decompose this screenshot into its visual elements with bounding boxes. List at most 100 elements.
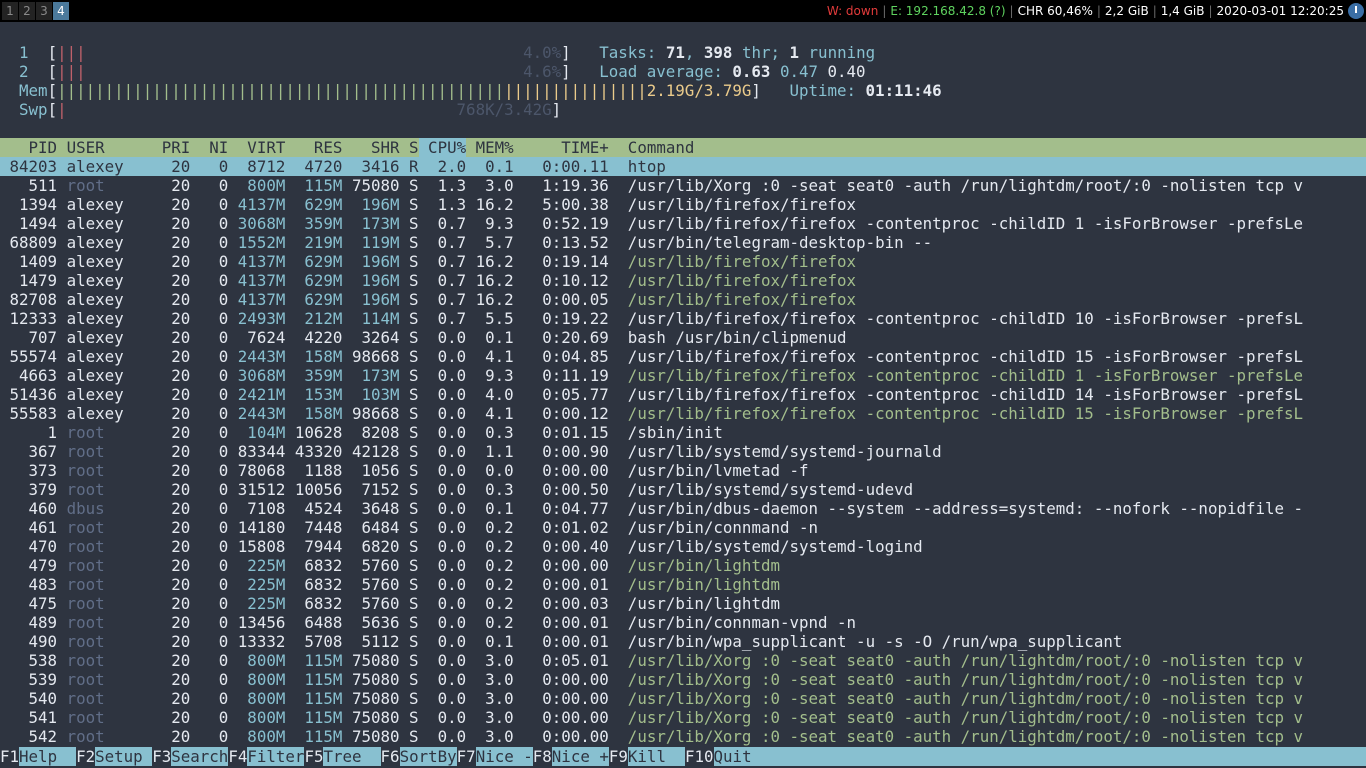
cell-cpu: 0.0: [418, 461, 467, 480]
column-header-mem[interactable]: MEM%: [466, 138, 514, 157]
column-header-cpu[interactable]: CPU%: [418, 138, 467, 157]
power-icon[interactable]: [1348, 3, 1364, 19]
workspace-1-button[interactable]: 1: [2, 2, 18, 20]
column-header-user[interactable]: USER: [57, 138, 152, 157]
function-key-bar: F1Help F2Setup F3SearchF4FilterF5Tree F6…: [0, 747, 1366, 766]
table-row[interactable]: 12333 alexey 20 0 2493M 212M 114M S 0.7 …: [0, 309, 1366, 328]
fkey-label-f1[interactable]: Help: [19, 747, 76, 766]
table-row[interactable]: 379 root 20 0 31512 10056 7152 S 0.0 0.3…: [0, 480, 1366, 499]
cell-ni: 0: [190, 575, 229, 594]
column-header-ni[interactable]: NI: [190, 138, 228, 157]
table-row[interactable]: 1494 alexey 20 0 3068M 359M 173M S 0.7 9…: [0, 214, 1366, 233]
column-header-time[interactable]: TIME+: [514, 138, 609, 157]
workspace-4-button[interactable]: 4: [53, 2, 69, 20]
fkey-f9[interactable]: F9: [608, 747, 628, 766]
cell-user: root: [57, 461, 153, 480]
cell-s: S: [399, 575, 419, 594]
table-row[interactable]: 82708 alexey 20 0 4137M 629M 196M S 0.7 …: [0, 290, 1366, 309]
cell-pri: 20: [152, 480, 191, 499]
column-header-virt[interactable]: VIRT: [228, 138, 285, 157]
cell-s: S: [399, 499, 419, 518]
fkey-f2[interactable]: F2: [76, 747, 96, 766]
cell-cpu: 0.0: [418, 385, 467, 404]
table-row[interactable]: 1479 alexey 20 0 4137M 629M 196M S 0.7 1…: [0, 271, 1366, 290]
table-row[interactable]: 475 root 20 0 225M 6832 5760 S 0.0 0.2 0…: [0, 594, 1366, 613]
table-row[interactable]: 489 root 20 0 13456 6488 5636 S 0.0 0.2 …: [0, 613, 1366, 632]
cell-mem: 4.1: [466, 347, 514, 366]
cell-ni: 0: [190, 157, 229, 176]
table-row[interactable]: 483 root 20 0 225M 6832 5760 S 0.0 0.2 0…: [0, 575, 1366, 594]
fkey-f6[interactable]: F6: [380, 747, 400, 766]
fkey-f4[interactable]: F4: [228, 747, 248, 766]
table-row[interactable]: 84203 alexey 20 0 8712 4720 3416 R 2.0 0…: [0, 157, 1366, 176]
cell-time: 0:04.85: [513, 347, 609, 366]
fkey-f1[interactable]: F1: [0, 747, 20, 766]
fkey-f10[interactable]: F10: [684, 747, 714, 766]
table-row[interactable]: 511 root 20 0 800M 115M 75080 S 1.3 3.0 …: [0, 176, 1366, 195]
table-row[interactable]: 540 root 20 0 800M 115M 75080 S 0.0 3.0 …: [0, 689, 1366, 708]
column-header-pid[interactable]: PID: [0, 138, 58, 157]
cell-pri: 20: [152, 176, 191, 195]
table-row[interactable]: 460 dbus 20 0 7108 4524 3648 S 0.0 0.1 0…: [0, 499, 1366, 518]
column-header-cmd[interactable]: Command: [609, 138, 695, 157]
cell-pri: 20: [152, 575, 191, 594]
table-row[interactable]: 373 root 20 0 78068 1188 1056 S 0.0 0.0 …: [0, 461, 1366, 480]
fkey-label-f6[interactable]: SortBy: [400, 747, 457, 766]
cell-cpu: 0.0: [418, 480, 467, 499]
cell-cmd: /usr/lib/firefox/firefox: [608, 252, 857, 271]
cell-shr: 196M: [342, 195, 400, 214]
fkey-label-f8[interactable]: Nice +: [552, 747, 609, 766]
fkey-label-f10[interactable]: Quit: [714, 747, 771, 766]
table-row[interactable]: 542 root 20 0 800M 115M 75080 S 0.0 3.0 …: [0, 727, 1366, 746]
fkey-label-f9[interactable]: Kill: [628, 747, 685, 766]
column-header-res[interactable]: RES: [285, 138, 343, 157]
workspace-2-button[interactable]: 2: [19, 2, 35, 20]
cell-pid: 460: [0, 499, 58, 518]
table-row[interactable]: 367 root 20 0 83344 43320 42128 S 0.0 1.…: [0, 442, 1366, 461]
fkey-label-f5[interactable]: Tree: [323, 747, 380, 766]
cell-pid: 51436: [0, 385, 58, 404]
table-row[interactable]: 55574 alexey 20 0 2443M 158M 98668 S 0.0…: [0, 347, 1366, 366]
cell-cpu: 0.0: [418, 423, 467, 442]
cell-user: alexey: [57, 366, 153, 385]
cell-shr: 75080: [342, 708, 400, 727]
table-row[interactable]: 490 root 20 0 13332 5708 5112 S 0.0 0.1 …: [0, 632, 1366, 651]
table-row[interactable]: 1409 alexey 20 0 4137M 629M 196M S 0.7 1…: [0, 252, 1366, 271]
cell-virt: 104M: [228, 423, 286, 442]
cell-pid: 470: [0, 537, 58, 556]
cell-virt: 1552M: [228, 233, 286, 252]
column-header-s[interactable]: S: [400, 138, 419, 157]
table-row[interactable]: 51436 alexey 20 0 2421M 153M 103M S 0.0 …: [0, 385, 1366, 404]
cell-ni: 0: [190, 290, 229, 309]
workspace-3-button[interactable]: 3: [36, 2, 52, 20]
cell-user: root: [57, 670, 153, 689]
fkey-f5[interactable]: F5: [304, 747, 324, 766]
table-row[interactable]: 539 root 20 0 800M 115M 75080 S 0.0 3.0 …: [0, 670, 1366, 689]
fkey-f3[interactable]: F3: [152, 747, 172, 766]
table-row[interactable]: 470 root 20 0 15808 7944 6820 S 0.0 0.2 …: [0, 537, 1366, 556]
cell-s: S: [399, 347, 419, 366]
table-row[interactable]: 461 root 20 0 14180 7448 6484 S 0.0 0.2 …: [0, 518, 1366, 537]
column-header-pri[interactable]: PRI: [152, 138, 191, 157]
fkey-label-f7[interactable]: Nice -: [476, 747, 533, 766]
fkey-label-f4[interactable]: Filter: [247, 747, 304, 766]
table-row[interactable]: 707 alexey 20 0 7624 4220 3264 S 0.0 0.1…: [0, 328, 1366, 347]
table-row[interactable]: 541 root 20 0 800M 115M 75080 S 0.0 3.0 …: [0, 708, 1366, 727]
fkey-f8[interactable]: F8: [532, 747, 552, 766]
table-row[interactable]: 68809 alexey 20 0 1552M 219M 119M S 0.7 …: [0, 233, 1366, 252]
table-row[interactable]: 538 root 20 0 800M 115M 75080 S 0.0 3.0 …: [0, 651, 1366, 670]
table-row[interactable]: 55583 alexey 20 0 2443M 158M 98668 S 0.0…: [0, 404, 1366, 423]
cell-virt: 4137M: [228, 195, 286, 214]
table-row[interactable]: 4663 alexey 20 0 3068M 359M 173M S 0.0 9…: [0, 366, 1366, 385]
fkey-label-f3[interactable]: Search: [171, 747, 228, 766]
cell-pid: 540: [0, 689, 58, 708]
mem-meter: Mem[||||||||||||||||||||||||||||||||||||…: [19, 81, 942, 100]
table-row[interactable]: 479 root 20 0 225M 6832 5760 S 0.0 0.2 0…: [0, 556, 1366, 575]
fkey-f7[interactable]: F7: [456, 747, 476, 766]
cell-ni: 0: [190, 632, 229, 651]
fkey-label-f2[interactable]: Setup: [95, 747, 152, 766]
column-header-shr[interactable]: SHR: [342, 138, 400, 157]
table-row[interactable]: 1394 alexey 20 0 4137M 629M 196M S 1.3 1…: [0, 195, 1366, 214]
cell-virt: 7108: [228, 499, 286, 518]
table-row[interactable]: 1 root 20 0 104M 10628 8208 S 0.0 0.3 0:…: [0, 423, 1366, 442]
